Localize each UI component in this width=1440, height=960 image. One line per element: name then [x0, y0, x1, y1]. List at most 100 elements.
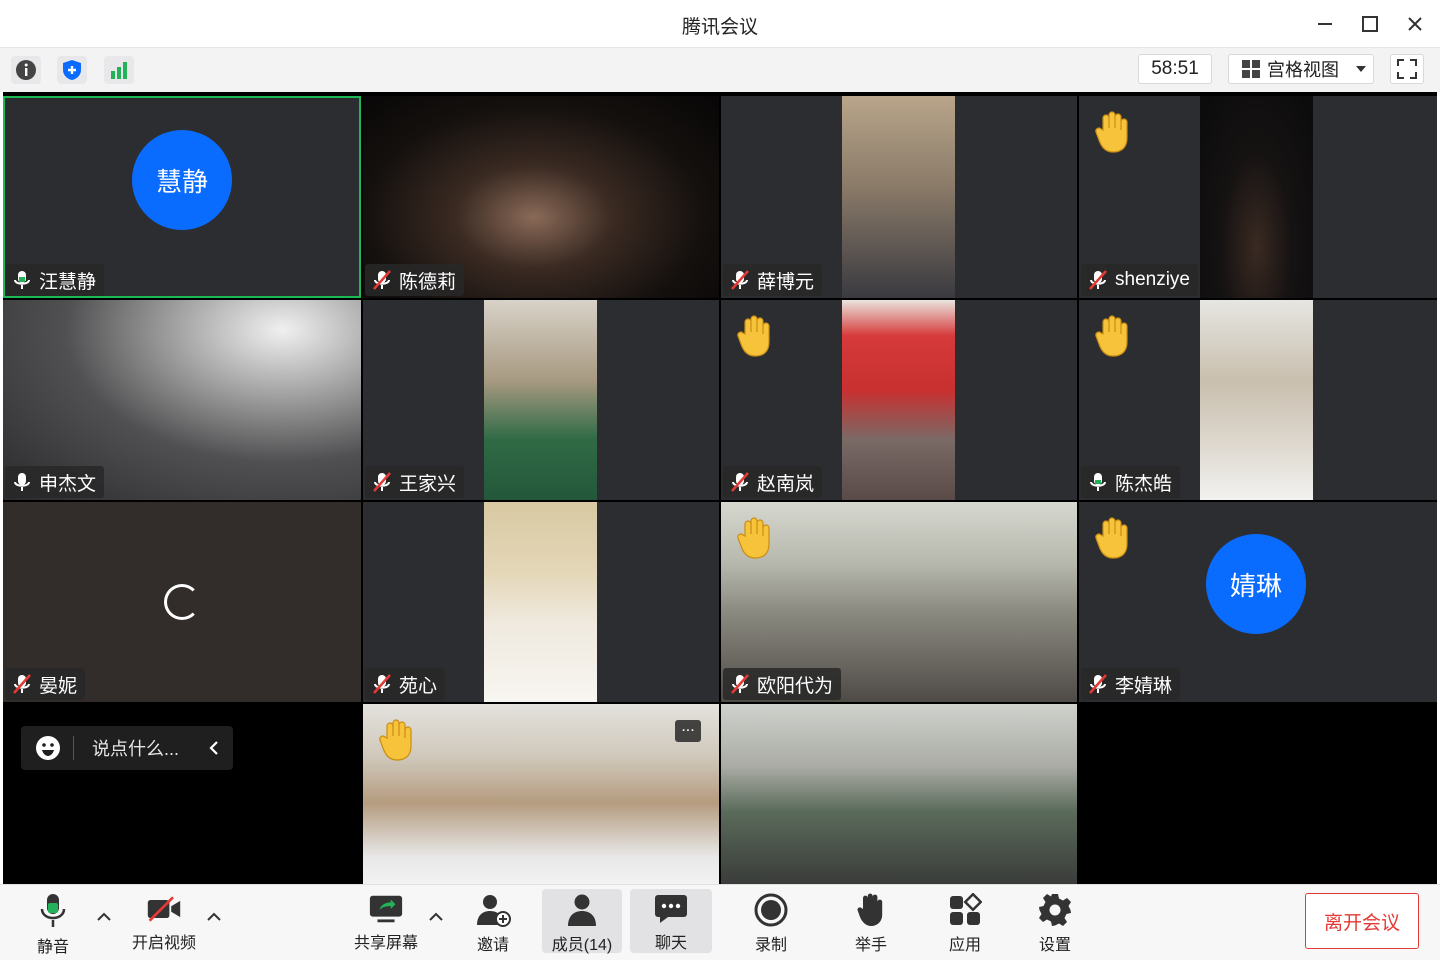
- maximize-button[interactable]: [1356, 10, 1384, 38]
- fullscreen-button[interactable]: [1390, 54, 1424, 84]
- participant-name-tag: 苑心: [365, 668, 446, 700]
- avatar: 婧琳: [1206, 534, 1306, 634]
- participant-tile[interactable]: 婧琳 李婧琳: [1079, 502, 1437, 702]
- mute-button[interactable]: 静音: [20, 889, 86, 956]
- apps-button[interactable]: 应用: [934, 889, 996, 954]
- participant-tile[interactable]: 王家兴: [363, 300, 719, 500]
- participant-name: 苑心: [399, 675, 438, 697]
- video-feed: [1200, 96, 1313, 298]
- participant-name-tag: 汪慧静: [5, 264, 105, 296]
- start-video-label: 开启视频: [131, 935, 196, 952]
- raised-hand-icon: [379, 719, 412, 761]
- minimize-button[interactable]: [1311, 10, 1339, 38]
- title-bar: 腾讯会议: [0, 0, 1440, 48]
- signal-bars-icon: [111, 62, 127, 79]
- avatar: 慧静: [132, 130, 232, 230]
- participant-tile[interactable]: 赵南岚: [721, 300, 1077, 500]
- chevron-up-icon[interactable]: [426, 907, 446, 927]
- participant-name-tag: shenziye: [1081, 264, 1198, 296]
- participant-tile[interactable]: 陈德莉: [363, 96, 719, 298]
- meeting-info-bar: [0, 48, 1440, 92]
- participant-tile[interactable]: 欧阳代为: [721, 502, 1077, 702]
- participant-name: 欧阳代为: [757, 675, 834, 697]
- microphone-icon: [40, 894, 66, 927]
- record-icon: [754, 893, 788, 927]
- participant-name-tag: 申杰文: [5, 466, 105, 498]
- apps-label: 应用: [948, 937, 981, 954]
- settings-button[interactable]: 设置: [1024, 889, 1086, 954]
- raised-hand-icon: [737, 517, 770, 559]
- participant-name-tag: 陈杰皓: [1081, 466, 1181, 498]
- maximize-icon: [1362, 16, 1378, 32]
- participant-name: 晏妮: [39, 675, 78, 697]
- participant-tile[interactable]: shenziye: [1079, 96, 1437, 298]
- invite-label: 邀请: [476, 937, 509, 954]
- view-mode-dropdown[interactable]: 宫格视图: [1228, 54, 1374, 84]
- participant-name: 薛博元: [757, 271, 815, 293]
- record-label: 录制: [754, 937, 787, 954]
- gear-icon: [1039, 894, 1071, 926]
- participant-name: 汪慧静: [39, 271, 97, 293]
- record-button[interactable]: 录制: [740, 889, 802, 954]
- microphone-muted-icon: [373, 472, 391, 492]
- raise-hand-button[interactable]: 举手: [840, 889, 902, 954]
- invite-button[interactable]: 邀请: [462, 889, 524, 954]
- caret-down-icon: [1356, 66, 1366, 72]
- microphone-muted-icon: [1089, 270, 1107, 290]
- minimize-icon: [1318, 23, 1332, 25]
- chat-placeholder: 说点什么...: [92, 739, 180, 759]
- participant-tile[interactable]: ...: [363, 704, 719, 884]
- raise-hand-label: 举手: [854, 937, 887, 954]
- chevron-up-icon[interactable]: [204, 907, 224, 927]
- microphone-muted-icon: [373, 674, 391, 694]
- share-screen-label: 共享屏幕: [353, 935, 418, 952]
- chat-label: 聊天: [654, 935, 687, 952]
- participant-tile[interactable]: 薛博元: [721, 96, 1077, 298]
- start-video-button[interactable]: 开启视频: [124, 889, 204, 953]
- tile-more-button[interactable]: ...: [675, 719, 701, 742]
- participant-name-tag: 赵南岚: [723, 466, 823, 498]
- add-user-icon: [477, 895, 511, 927]
- participant-tile[interactable]: 申杰文: [3, 300, 361, 500]
- video-feed: [484, 502, 597, 702]
- share-screen-button[interactable]: 共享屏幕: [348, 889, 424, 953]
- participant-name-tag: 晏妮: [5, 668, 86, 700]
- participant-name-tag: 薛博元: [723, 264, 823, 296]
- mute-label: 静音: [36, 939, 69, 956]
- bottom-toolbar: 静音 开启视频 共享屏幕 邀请 成员(14) 聊天 录制 举手 应用 设置 离开…: [0, 884, 1440, 960]
- quick-chat-input[interactable]: 说点什么...: [21, 726, 233, 770]
- video-feed: [842, 96, 955, 298]
- video-feed: [1200, 300, 1313, 500]
- participant-name: 陈杰皓: [1115, 473, 1173, 495]
- microphone-muted-icon: [373, 270, 391, 290]
- raised-hand-icon: [737, 315, 770, 357]
- chevron-up-icon[interactable]: [94, 907, 114, 927]
- chat-button[interactable]: 聊天: [630, 889, 712, 953]
- view-mode-label: 宫格视图: [1267, 60, 1339, 80]
- close-button[interactable]: [1401, 10, 1429, 38]
- raised-hand-icon: [1095, 517, 1128, 559]
- participant-tile[interactable]: [721, 704, 1077, 884]
- participant-tile[interactable]: 陈杰皓: [1079, 300, 1437, 500]
- microphone-muted-icon: [731, 674, 749, 694]
- fullscreen-icon: [1397, 59, 1417, 79]
- leave-meeting-button[interactable]: 离开会议: [1305, 893, 1419, 949]
- window-title: 腾讯会议: [681, 17, 758, 38]
- network-status-button[interactable]: [104, 56, 134, 84]
- security-button[interactable]: [57, 56, 87, 84]
- members-button[interactable]: 成员(14): [542, 889, 622, 954]
- video-grid: 慧静 汪慧静 陈德莉 薛博元 shenziye 申杰文 王家兴 赵南岚 陈杰皓 …: [3, 92, 1437, 884]
- participant-tile[interactable]: 晏妮: [3, 502, 361, 702]
- participant-tile[interactable]: 慧静 汪慧静: [3, 96, 361, 298]
- microphone-muted-icon: [13, 674, 31, 694]
- participant-name: 申杰文: [39, 473, 97, 495]
- participant-tile[interactable]: 苑心: [363, 502, 719, 702]
- chat-icon: [655, 895, 687, 923]
- participant-name-tag: 陈德莉: [365, 264, 465, 296]
- participant-name: 赵南岚: [757, 473, 815, 495]
- share-screen-icon: [369, 895, 403, 923]
- participant-name: 陈德莉: [399, 271, 457, 293]
- shield-icon: [63, 60, 81, 80]
- settings-label: 设置: [1038, 937, 1071, 954]
- meeting-info-button[interactable]: [11, 56, 41, 84]
